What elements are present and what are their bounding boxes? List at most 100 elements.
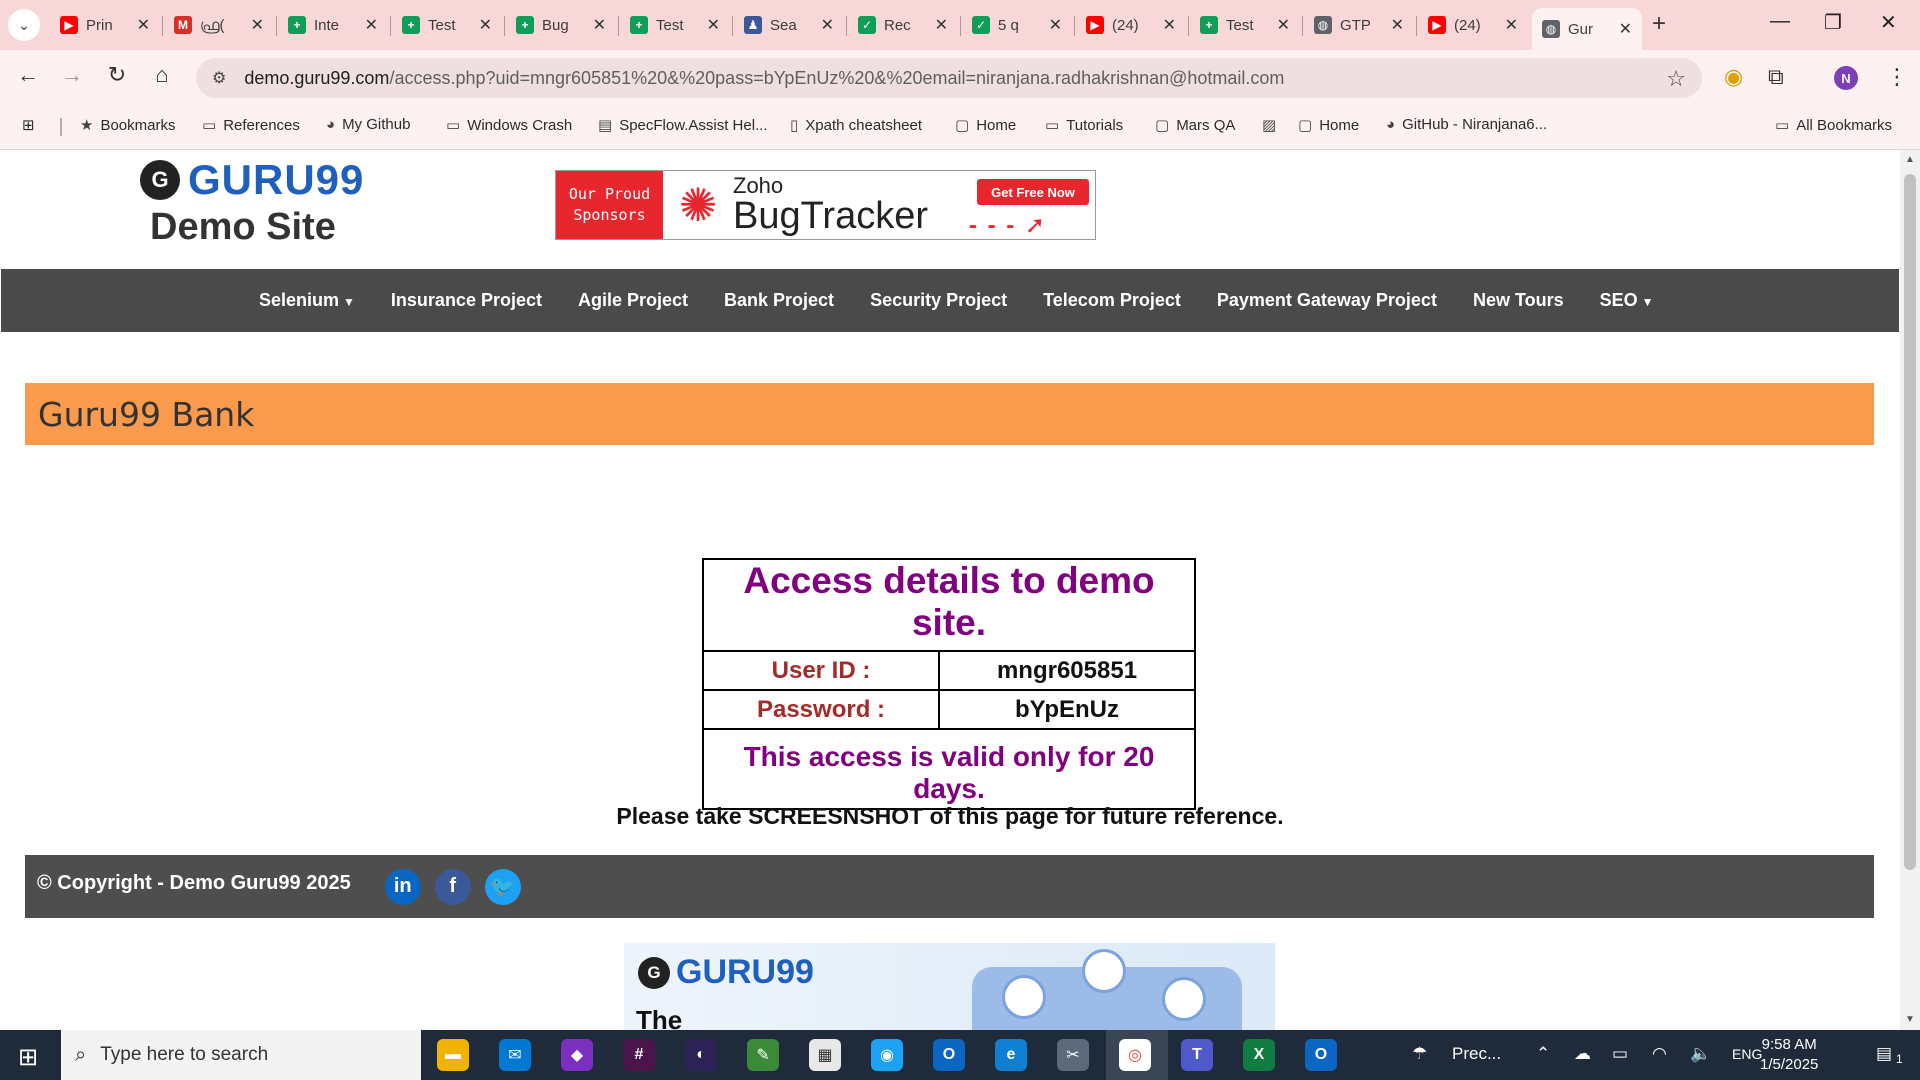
profile-avatar[interactable]: N [1834,66,1858,90]
taskbar-search[interactable]: ⌕ Type here to search [61,1030,421,1080]
site-logo[interactable]: G GURU99 Demo Site [140,156,364,249]
tab-close-icon[interactable]: ✕ [365,15,378,35]
tray-chevron-icon[interactable]: ⌃ [1536,1044,1550,1064]
home-button[interactable]: ⌂ [148,62,176,88]
store-icon[interactable]: ▦ [809,1039,841,1071]
browser-tab[interactable]: ▶ (24) ✕ [1418,8,1528,42]
tab-close-icon[interactable]: ✕ [1049,15,1062,35]
menu-kebab-icon[interactable]: ⋮ [1886,64,1908,90]
bookmark-item[interactable]: ▯ Xpath cheatsheet [790,116,922,135]
browser-tab[interactable]: ♟ Sea ✕ [734,8,844,42]
notepad-plus-icon[interactable]: ✎ [747,1039,779,1071]
nav-item[interactable]: Agile Project [578,290,688,311]
battery-icon[interactable]: ▭ [1612,1044,1628,1064]
nav-item[interactable]: Payment Gateway Project [1217,290,1437,311]
tab-close-icon[interactable]: ✕ [1505,15,1518,35]
tab-close-icon[interactable]: ✕ [1277,15,1290,35]
tab-close-icon[interactable]: ✕ [479,15,492,35]
tab-close-icon[interactable]: ✕ [1391,15,1404,35]
get-free-now-button[interactable]: Get Free Now [977,179,1089,205]
slack-icon[interactable]: # [623,1039,655,1071]
edge-icon[interactable]: e [995,1039,1027,1071]
bookmark-item[interactable]: ▢ Home [955,116,1016,135]
address-bar[interactable]: ⚙ demo.guru99.com/access.php?uid=mngr605… [196,58,1702,98]
browser-tab[interactable]: ✓ 5 q ✕ [962,8,1072,42]
extension-icon[interactable]: ◉ [1724,64,1743,90]
nav-item[interactable]: New Tours [1473,290,1564,311]
browser-tab[interactable]: + Test ✕ [392,8,502,42]
tab-close-icon[interactable]: ✕ [251,15,264,35]
onedrive-icon[interactable]: ☁ [1574,1044,1591,1064]
new-tab-button[interactable]: + [1652,10,1666,38]
tab-close-icon[interactable]: ✕ [137,15,150,35]
browser-tab[interactable]: ◍ Gur ✕ [1532,8,1642,50]
notification-icon[interactable]: ▤ [1876,1044,1892,1064]
tab-close-icon[interactable]: ✕ [707,15,720,35]
outlook-icon[interactable]: O [933,1039,965,1071]
wifi-icon[interactable]: ◠ [1652,1044,1667,1064]
mail-icon[interactable]: ✉ [499,1039,531,1071]
linkedin-icon[interactable]: in [384,868,421,905]
bookmark-item[interactable]: ▨ [1262,116,1283,134]
nav-item[interactable]: Selenium ▼ [259,290,355,311]
bookmark-item[interactable]: ★ Bookmarks [80,116,175,135]
all-bookmarks-button[interactable]: ▭ All Bookmarks [1775,116,1892,135]
bookmark-item[interactable]: ▤ SpecFlow.Assist Hel... [598,116,768,135]
browser-tab[interactable]: + Inte ✕ [278,8,388,42]
teams-icon[interactable]: T [1181,1039,1213,1071]
outlook-new-icon[interactable]: O [1305,1039,1337,1071]
browser-tab[interactable]: ▶ Prin ✕ [50,8,160,42]
chrome-icon[interactable]: ◎ [1119,1039,1151,1071]
tab-close-icon[interactable]: ✕ [821,15,834,35]
nav-item[interactable]: Telecom Project [1043,290,1181,311]
excel-icon[interactable]: X [1243,1039,1275,1071]
tab-close-icon[interactable]: ✕ [593,15,606,35]
file-explorer-icon[interactable]: ▬ [437,1039,469,1071]
weather-text[interactable]: Prec... [1452,1044,1501,1064]
tab-search-button[interactable]: ⌄ [8,9,40,41]
back-button[interactable]: ← [14,62,42,88]
language-indicator[interactable]: ENG [1732,1046,1762,1062]
browser-tab[interactable]: + Bug ✕ [506,8,616,42]
forward-button[interactable]: → [58,62,86,88]
twitter-icon[interactable]: 🐦 [484,868,521,905]
bookmark-item[interactable]: ▢ Home [1298,116,1359,135]
apps-grid-icon[interactable]: ⊞ [22,116,35,134]
close-window-button[interactable]: ✕ [1880,10,1897,35]
extensions-puzzle-icon[interactable]: ⧉ [1768,64,1784,90]
reload-button[interactable]: ↻ [103,62,131,88]
bookmark-item[interactable]: ▭ References [202,116,300,135]
visual-studio-icon[interactable]: ◆ [561,1039,593,1071]
app-blue-icon[interactable]: ◉ [871,1039,903,1071]
snipping-tool-icon[interactable]: ✂ [1057,1039,1089,1071]
nav-item[interactable]: Insurance Project [391,290,542,311]
eclipse-icon[interactable]: ◐ [685,1039,717,1071]
tab-close-icon[interactable]: ✕ [1163,15,1176,35]
browser-tab[interactable]: + Test ✕ [1190,8,1300,42]
bookmark-item[interactable]: ◕ My Github [326,116,410,133]
windows-start-icon[interactable]: ⊞ [18,1043,38,1072]
browser-tab[interactable]: ▶ (24) ✕ [1076,8,1186,42]
clock[interactable]: 9:58 AM 1/5/2025 [1760,1035,1818,1075]
weather-icon[interactable]: ☂ [1412,1044,1427,1064]
scroll-down-icon[interactable]: ▼ [1905,1014,1915,1025]
tab-close-icon[interactable]: ✕ [935,15,948,35]
volume-icon[interactable]: 🔈 [1690,1044,1711,1064]
nav-item[interactable]: SEO ▼ [1600,290,1654,311]
promo-banner[interactable]: G GURU99 The [624,943,1275,1030]
browser-tab[interactable]: M ഫ്ര(✕ [164,8,274,42]
bookmark-item[interactable]: ▢ Mars QA [1155,116,1235,135]
bookmark-item[interactable]: ◕ GitHub - Niranjana6... [1386,116,1547,133]
scroll-up-icon[interactable]: ▲ [1905,154,1915,165]
site-info-icon[interactable]: ⚙ [212,68,226,88]
restore-button[interactable]: ❐ [1824,10,1842,35]
browser-tab[interactable]: ◍ GTP ✕ [1304,8,1414,42]
browser-tab[interactable]: ✓ Rec ✕ [848,8,958,42]
page-scrollbar[interactable]: ▲ ▼ [1900,150,1920,1030]
sponsor-banner[interactable]: Our Proud Sponsors ✺ Zoho BugTracker Get… [555,170,1096,240]
scroll-thumb[interactable] [1904,174,1916,870]
minimize-button[interactable]: — [1770,10,1790,33]
nav-item[interactable]: Security Project [870,290,1007,311]
tab-close-icon[interactable]: ✕ [1619,19,1632,39]
facebook-icon[interactable]: f [434,868,471,905]
